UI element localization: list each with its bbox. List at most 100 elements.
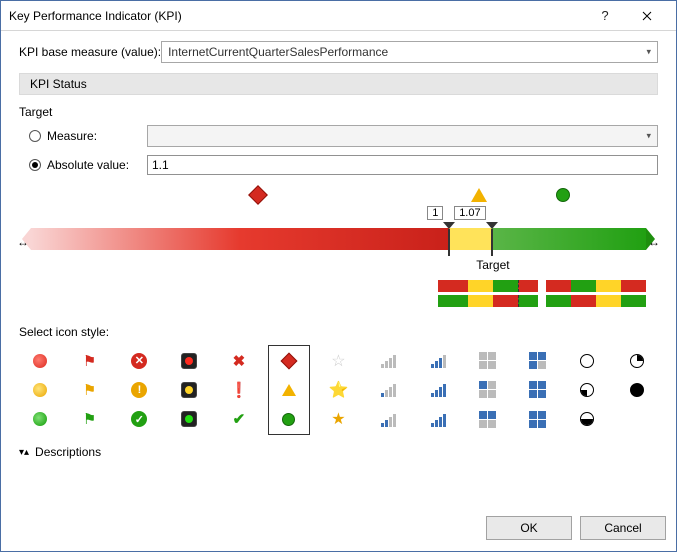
pattern-rygr[interactable]	[438, 280, 538, 292]
pattern-gyrg[interactable]	[438, 295, 538, 307]
window-title: Key Performance Indicator (KPI)	[9, 9, 584, 23]
descriptions-label: Descriptions	[35, 445, 101, 459]
dots-6-icon	[529, 411, 546, 428]
chevron-down-icon: ▾	[646, 47, 651, 58]
circle-blank-icon	[630, 412, 644, 426]
cancel-button[interactable]: Cancel	[580, 516, 666, 540]
pattern-legends	[438, 280, 646, 310]
base-measure-row: KPI base measure (value): InternetCurren…	[19, 41, 658, 63]
dialog-footer: OK Cancel	[1, 505, 676, 551]
badge-bang-icon: !	[131, 382, 147, 398]
circle-icon	[556, 188, 570, 202]
icon-set-marks[interactable]: ✖ ❗ ✔	[218, 345, 260, 435]
triangle-icon	[471, 188, 487, 202]
mark-check-icon: ✔	[233, 410, 246, 428]
star-full-icon: ★	[331, 409, 345, 429]
measure-select[interactable]: ▾	[147, 125, 658, 147]
icon-set-bars-a[interactable]	[367, 345, 409, 435]
sphere-green-icon	[33, 412, 47, 426]
dots-5-icon	[529, 381, 546, 398]
base-measure-select[interactable]: InternetCurrentQuarterSalesPerformance ▾	[161, 41, 658, 63]
threshold-2-value[interactable]: 1.07	[454, 206, 485, 220]
shape-diamond-icon	[280, 352, 297, 369]
bars-2-icon	[381, 382, 396, 397]
circle-100-icon	[630, 383, 644, 397]
close-icon	[642, 11, 652, 21]
star-half-icon: ⭐	[329, 380, 349, 400]
flag-red-icon: ⚑	[83, 352, 96, 370]
dots-2-icon	[479, 381, 496, 398]
absolute-radio-row: Absolute value:	[29, 155, 658, 175]
icon-set-shapes[interactable]	[268, 345, 310, 435]
chevron-down-icon: ▾	[646, 131, 651, 142]
light-yellow-icon	[181, 382, 197, 398]
circle-25l-icon	[580, 383, 594, 397]
slider-cap-left	[22, 228, 31, 250]
pattern-gryg[interactable]	[546, 295, 646, 307]
descriptions-toggle[interactable]: ▾▴ Descriptions	[19, 445, 658, 459]
measure-radio-row: Measure: ▾	[29, 125, 658, 147]
circle-25r-icon	[630, 354, 644, 368]
dots-1-icon	[479, 352, 496, 369]
mark-x-icon: ✖	[233, 352, 246, 370]
flag-green-icon: ⚑	[83, 410, 96, 428]
kpi-dialog: Key Performance Indicator (KPI) ? KPI ba…	[0, 0, 677, 552]
icon-set-circles-b[interactable]	[616, 345, 658, 435]
icon-set-flags[interactable]: ⚑ ⚑ ⚑	[69, 345, 111, 435]
circle-0-icon	[580, 354, 594, 368]
mark-bang-icon: ❗	[230, 381, 249, 399]
bars-3-icon	[381, 412, 396, 427]
sphere-red-icon	[33, 354, 47, 368]
pattern-rgyr[interactable]	[546, 280, 646, 292]
base-measure-label: KPI base measure (value):	[19, 45, 161, 59]
slider-red-zone	[31, 228, 449, 250]
threshold-1-handle[interactable]	[443, 222, 455, 256]
sphere-yellow-icon	[33, 383, 47, 397]
extend-right-icon[interactable]: ↔	[648, 235, 660, 249]
diamond-icon	[251, 188, 265, 202]
target-caption: Target	[476, 258, 509, 272]
icon-style-label: Select icon style:	[19, 325, 658, 339]
dialog-body: KPI base measure (value): InternetCurren…	[1, 31, 676, 505]
flag-yellow-icon: ⚑	[83, 381, 96, 399]
bars-5-icon	[431, 382, 446, 397]
bars-4-icon	[431, 353, 446, 368]
target-label: Target	[19, 105, 658, 119]
badge-check-icon: ✓	[131, 411, 147, 427]
shape-triangle-icon	[282, 384, 296, 396]
slider-track[interactable]	[31, 228, 646, 250]
slider-status-icons	[31, 188, 646, 208]
icon-set-stars[interactable]: ☆ ⭐ ★	[318, 345, 360, 435]
kpi-status-header: KPI Status	[19, 73, 658, 95]
light-red-icon	[181, 353, 197, 369]
shape-circle-icon	[282, 413, 295, 426]
help-button[interactable]: ?	[584, 2, 626, 30]
circle-50b-icon	[580, 412, 594, 426]
icon-set-dots-b[interactable]	[517, 345, 559, 435]
slider-green-zone	[492, 228, 646, 250]
absolute-radio-label: Absolute value:	[47, 158, 147, 172]
close-button[interactable]	[626, 2, 668, 30]
dots-4-icon	[529, 352, 546, 369]
bars-1-icon	[381, 353, 396, 368]
threshold-2-handle[interactable]	[486, 222, 498, 256]
icon-set-dots-a[interactable]	[467, 345, 509, 435]
icon-set-circles-a[interactable]	[566, 345, 608, 435]
bars-6-icon	[431, 412, 446, 427]
icon-set-badges[interactable]: ✕ ! ✓	[119, 345, 161, 435]
measure-radio[interactable]	[29, 130, 41, 142]
titlebar: Key Performance Indicator (KPI) ?	[1, 1, 676, 31]
icon-set-bars-b[interactable]	[417, 345, 459, 435]
threshold-1-value[interactable]: 1	[427, 206, 443, 220]
base-measure-value: InternetCurrentQuarterSalesPerformance	[168, 45, 388, 59]
star-empty-icon: ☆	[331, 351, 345, 371]
light-green-icon	[181, 411, 197, 427]
chevron-expand-icon: ▾▴	[19, 447, 29, 458]
icon-set-spheres[interactable]	[19, 345, 61, 435]
ok-button[interactable]: OK	[486, 516, 572, 540]
icon-set-lights[interactable]	[168, 345, 210, 435]
badge-x-icon: ✕	[131, 353, 147, 369]
absolute-radio[interactable]	[29, 159, 41, 171]
absolute-value-input[interactable]	[147, 155, 658, 175]
status-slider: ↔ ↔ 1 1.07 Target	[31, 188, 646, 283]
